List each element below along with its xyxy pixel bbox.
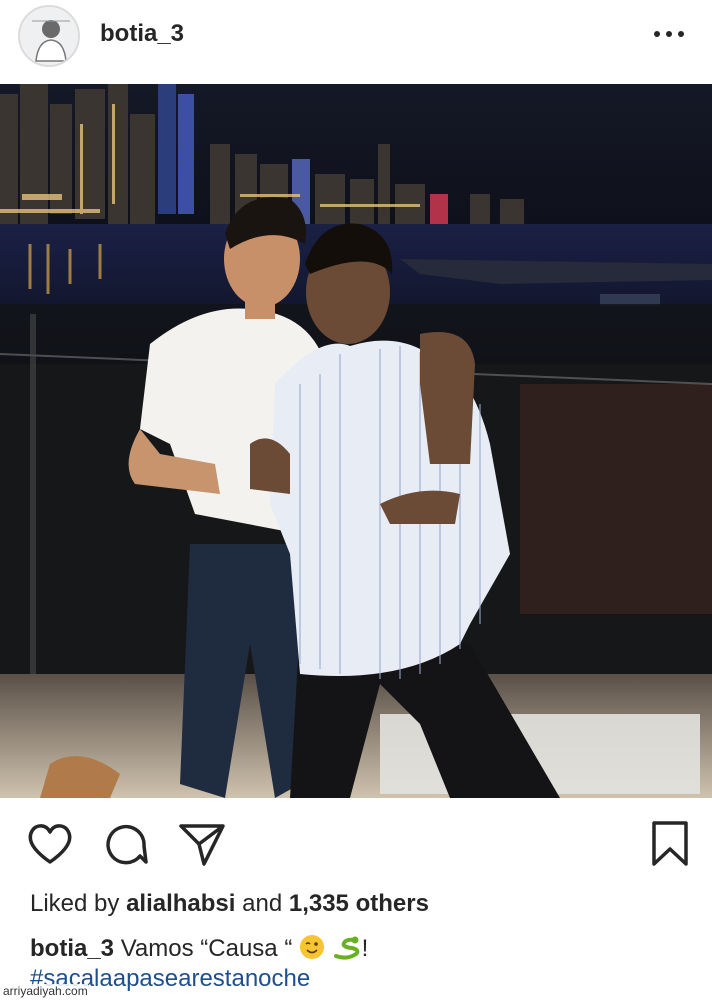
dot xyxy=(678,31,684,37)
snake-emoji-icon xyxy=(332,934,362,967)
dot xyxy=(654,31,660,37)
comment-icon[interactable] xyxy=(100,818,152,870)
post-username[interactable]: botia_3 xyxy=(100,20,184,48)
likes-count[interactable]: 1,335 others xyxy=(289,890,429,917)
likes-prefix: Liked by xyxy=(30,890,127,917)
avatar-image xyxy=(20,7,78,65)
post-photo[interactable] xyxy=(0,84,712,798)
post-header: botia_3 xyxy=(0,0,712,84)
likes-middle: and xyxy=(235,890,289,917)
caption: botia_3 Vamos “Causa “ ! xyxy=(30,934,368,967)
avatar[interactable] xyxy=(18,5,80,67)
caption-username[interactable]: botia_3 xyxy=(30,935,114,962)
caption-suffix: ! xyxy=(361,935,369,962)
dot xyxy=(666,31,672,37)
watermark: arriyadiyah.com xyxy=(3,984,88,998)
action-bar xyxy=(0,818,712,874)
caption-text: Vamos “Causa “ xyxy=(114,935,293,962)
likes-line: Liked by alialhabsi and 1,335 others xyxy=(30,890,429,918)
heart-icon[interactable] xyxy=(24,818,76,870)
wink-emoji-icon xyxy=(299,934,325,967)
bookmark-icon[interactable] xyxy=(644,818,696,870)
photo-illustration xyxy=(0,84,712,798)
liked-by-user[interactable]: alialhabsi xyxy=(126,890,235,917)
send-icon[interactable] xyxy=(176,818,228,870)
more-dots-icon[interactable] xyxy=(654,24,684,44)
